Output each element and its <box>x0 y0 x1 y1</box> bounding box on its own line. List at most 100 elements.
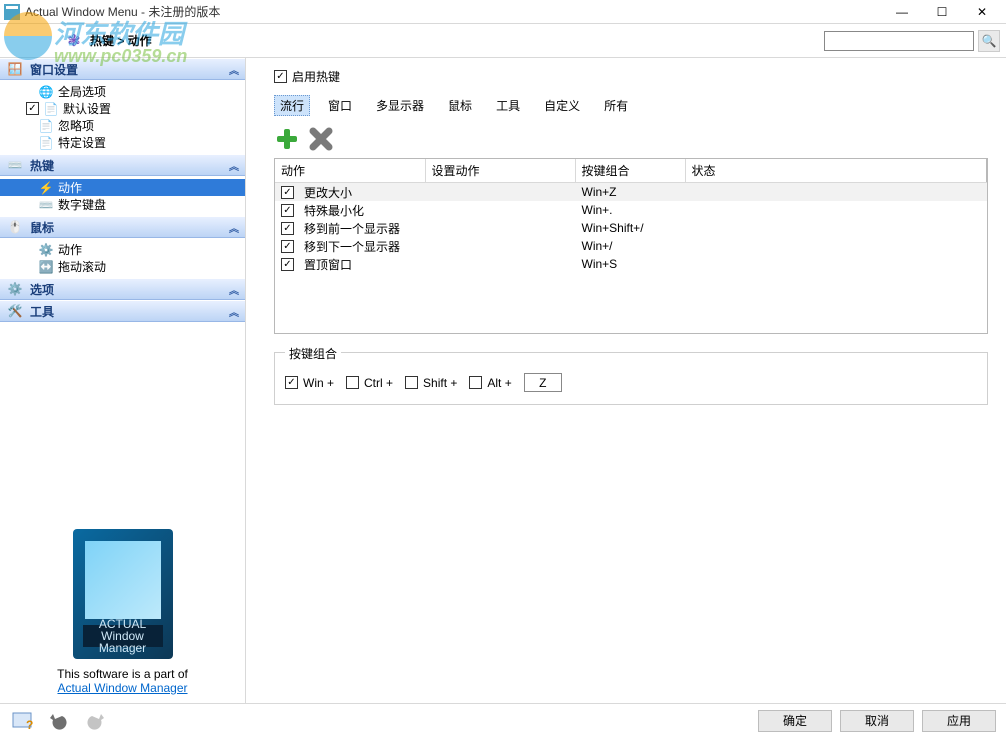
checkbox-icon <box>346 376 359 389</box>
section-icon: ⚙️ <box>6 281 24 297</box>
maximize-icon: ☐ <box>937 5 948 19</box>
checkbox-icon <box>405 376 418 389</box>
help-icon[interactable]: ? <box>10 708 36 734</box>
row-checkbox[interactable]: ✓ <box>281 222 294 235</box>
action-cell: 移到下一个显示器 <box>304 238 400 255</box>
tab[interactable]: 工具 <box>490 95 526 116</box>
row-checkbox[interactable]: ✓ <box>281 240 294 253</box>
action-cell: 更改大小 <box>304 184 352 201</box>
search-button[interactable]: 🔍 <box>978 30 1000 52</box>
promo: ACTUALWindow Manager This software is a … <box>0 521 245 703</box>
set-cell <box>425 237 575 255</box>
sidebar-section-1[interactable]: ⌨️热键︽ <box>0 154 245 176</box>
sidebar-item[interactable]: ✓📄默认设置 <box>0 100 245 117</box>
modifier-label: Ctrl + <box>364 376 393 390</box>
chevron-up-icon: ︽ <box>229 282 239 297</box>
item-label: 动作 <box>58 241 82 258</box>
tab[interactable]: 流行 <box>274 95 310 116</box>
set-cell <box>425 183 575 202</box>
ok-button[interactable]: 确定 <box>758 710 832 732</box>
close-button[interactable]: ✕ <box>962 1 1002 23</box>
combo-cell: Win+Z <box>575 183 685 202</box>
maximize-button[interactable]: ☐ <box>922 1 962 23</box>
state-cell <box>685 201 987 219</box>
delete-button[interactable] <box>308 126 334 152</box>
table-row[interactable]: ✓ 特殊最小化 Win+. <box>275 201 987 219</box>
promo-link[interactable]: Actual Window Manager <box>57 681 187 695</box>
promo-text: This software is a part of <box>8 667 237 681</box>
combo-cell: Win+S <box>575 255 685 273</box>
footer: ? 确定 取消 应用 <box>0 703 1006 737</box>
svg-text:?: ? <box>26 718 33 732</box>
close-icon: ✕ <box>977 5 987 19</box>
tab[interactable]: 自定义 <box>538 95 586 116</box>
section-icon: 🪟 <box>6 61 24 77</box>
checkbox-icon[interactable]: ✓ <box>26 102 39 115</box>
row-checkbox[interactable]: ✓ <box>281 258 294 271</box>
key-input[interactable] <box>524 373 562 392</box>
modifier-checkbox[interactable]: Ctrl + <box>346 376 393 390</box>
undo-icon[interactable] <box>46 708 72 734</box>
tab[interactable]: 鼠标 <box>442 95 478 116</box>
table-row[interactable]: ✓置顶窗口Win+S <box>275 255 987 273</box>
modifier-checkbox[interactable]: ✓Win + <box>285 376 334 390</box>
chevron-up-icon: ︽ <box>229 304 239 319</box>
minimize-icon: — <box>896 5 908 19</box>
column-header[interactable]: 设置动作 <box>425 159 575 183</box>
state-cell <box>685 237 987 255</box>
sidebar-item[interactable]: ⌨️ 数字键盘 <box>0 196 245 213</box>
x-icon <box>308 126 334 152</box>
section-icon: ⌨️ <box>6 157 24 173</box>
sidebar-section-0[interactable]: 🪟窗口设置︽ <box>0 58 245 80</box>
combo-cell: Win+Shift+/ <box>575 219 685 237</box>
item-label: 数字键盘 <box>58 196 106 213</box>
plus-icon <box>274 126 300 152</box>
tab[interactable]: 多显示器 <box>370 95 430 116</box>
chevron-up-icon: ︽ <box>229 62 239 77</box>
tab[interactable]: 窗口 <box>322 95 358 116</box>
state-cell <box>685 219 987 237</box>
column-header[interactable]: 按键组合 <box>575 159 685 183</box>
enable-hotkeys-checkbox[interactable]: ✓ <box>274 70 287 83</box>
sidebar-item[interactable]: 📄忽略项 <box>0 117 245 134</box>
apply-button[interactable]: 应用 <box>922 710 996 732</box>
actions-table[interactable]: 动作设置动作按键组合状态 ✓ 更改大小 Win+Z ✓ 特殊最小化 Win+. ✓ 移到前一个… <box>274 158 987 334</box>
item-icon: ⌨️ <box>38 198 54 212</box>
sidebar-item[interactable]: ⚡动作 <box>0 179 245 196</box>
tabs: 流行窗口多显示器鼠标工具自定义所有 <box>274 95 988 116</box>
tab[interactable]: 所有 <box>598 95 634 116</box>
enable-hotkeys-label: 启用热键 <box>292 68 340 85</box>
sidebar-section-4[interactable]: 🛠️工具︽ <box>0 300 245 322</box>
sidebar-section-3[interactable]: ⚙️选项︽ <box>0 278 245 300</box>
combo-cell: Win+. <box>575 201 685 219</box>
modifier-checkbox[interactable]: Shift + <box>405 376 457 390</box>
table-row[interactable]: ✓移到下一个显示器Win+/ <box>275 237 987 255</box>
minimize-button[interactable]: — <box>882 1 922 23</box>
add-button[interactable] <box>274 126 300 152</box>
sidebar-item[interactable]: 📄特定设置 <box>0 134 245 151</box>
table-row[interactable]: ✓ 更改大小 Win+Z <box>275 183 987 202</box>
item-icon: ⚡ <box>38 181 54 195</box>
sidebar-item[interactable]: ↔️拖动滚动 <box>0 258 245 275</box>
section-label: 鼠标 <box>30 219 54 236</box>
search-input[interactable] <box>824 31 974 51</box>
item-label: 全局选项 <box>58 83 106 100</box>
sidebar-item[interactable]: ⚙️动作 <box>0 241 245 258</box>
table-row[interactable]: ✓ 移到前一个显示器 Win+Shift+/ <box>275 219 987 237</box>
item-label: 默认设置 <box>63 100 111 117</box>
redo-icon[interactable] <box>82 708 108 734</box>
set-cell <box>425 219 575 237</box>
sidebar-item[interactable]: 🌐全局选项 <box>0 83 245 100</box>
action-cell: 特殊最小化 <box>304 202 364 219</box>
cancel-button[interactable]: 取消 <box>840 710 914 732</box>
checkbox-icon: ✓ <box>285 376 298 389</box>
item-icon: 📄 <box>38 136 54 150</box>
modifier-checkbox[interactable]: Alt + <box>469 376 511 390</box>
shield-icon: ❃ <box>64 31 84 51</box>
column-header[interactable]: 动作 <box>275 159 425 183</box>
row-checkbox[interactable]: ✓ <box>281 204 294 217</box>
sidebar-section-2[interactable]: 🖱️鼠标︽ <box>0 216 245 238</box>
column-header[interactable]: 状态 <box>685 159 987 183</box>
row-checkbox[interactable]: ✓ <box>281 186 294 199</box>
action-cell: 移到前一个显示器 <box>304 220 400 237</box>
